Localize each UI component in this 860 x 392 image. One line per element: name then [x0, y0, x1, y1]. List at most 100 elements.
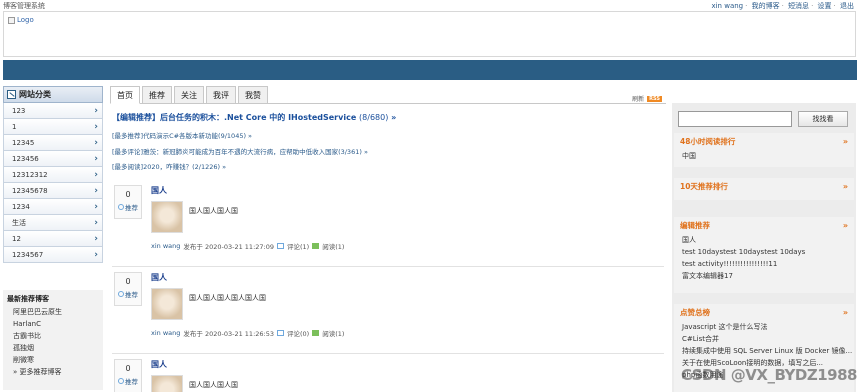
category-header: 网站分类: [3, 86, 103, 103]
tab-home[interactable]: 首页: [110, 86, 140, 104]
right-sidebar: 找找看 48小时阅读排行» 中国 10天推荐排行» 编辑推荐» 国人 test …: [672, 103, 856, 392]
vote-count: 0: [125, 190, 131, 199]
likes-item[interactable]: 持续集成中使用 SQL Server Linux 版 Docker 镜像...: [682, 345, 854, 357]
rss-icon[interactable]: RSS: [647, 95, 662, 102]
tab-recommended[interactable]: 推荐: [142, 86, 172, 104]
post-item: 0 推荐 国人 国人国人国人国 xin wang 发布于 2020-03-21 …: [112, 185, 664, 267]
pick-item[interactable]: test activity!!!!!!!!!!!!!!!!11: [682, 258, 854, 270]
recommended-item[interactable]: 削微寒: [13, 355, 103, 365]
chevron-right-icon: ›: [94, 201, 98, 212]
editor-headline[interactable]: 【编辑推荐】后台任务的积木：.Net Core 中的 IHostedServic…: [112, 112, 396, 123]
headline-more: »: [391, 113, 397, 122]
likes-item[interactable]: Javascript 这个是什么写法: [682, 321, 854, 333]
category-item[interactable]: 123456 ›: [3, 151, 103, 167]
section-title[interactable]: 编辑推荐»: [674, 217, 854, 234]
double-chevron-icon: »: [842, 221, 848, 230]
sublink-most-recommended[interactable]: [最多推荐]代码演示C#各版本新功能(9/1045) »: [112, 130, 252, 140]
comment-count[interactable]: 评论(0): [287, 328, 309, 338]
chevron-right-icon: ›: [94, 121, 98, 132]
comment-icon: [277, 243, 284, 249]
section-title[interactable]: 48小时阅读排行»: [674, 133, 854, 150]
avatar[interactable]: [151, 288, 183, 320]
read-icon: [312, 243, 320, 249]
category-item[interactable]: 123 ›: [3, 103, 103, 119]
post-title[interactable]: 国人: [151, 272, 167, 283]
sublink-most-read[interactable]: [最多阅读]2020，咋赚钱？(2/1226) »: [112, 161, 226, 171]
category-item[interactable]: 12312312 ›: [3, 167, 103, 183]
logout-link[interactable]: 退出: [840, 2, 854, 10]
category-title: 网站分类: [19, 90, 51, 99]
post-title[interactable]: 国人: [151, 359, 167, 370]
post-summary: 国人国人国人国: [189, 207, 238, 215]
pick-item[interactable]: 富文本编辑器17: [682, 270, 854, 282]
recommend-button[interactable]: 推荐: [115, 376, 141, 386]
category-item[interactable]: 12345 ›: [3, 135, 103, 151]
ranking-item[interactable]: 中国: [682, 150, 854, 162]
section-title[interactable]: 点赞总榜»: [674, 304, 854, 321]
avatar[interactable]: [151, 375, 183, 392]
read-count[interactable]: 阅读(1): [322, 328, 344, 338]
top-bar: 博客管理系统 xin wang · 我的博客 · 短消息 · 设置 · 退出: [0, 0, 860, 11]
read-icon: [312, 330, 320, 336]
watermark: CSDN @VX_BYDZ1988: [680, 366, 858, 384]
chevron-right-icon: ›: [94, 105, 98, 116]
recommended-item[interactable]: 古霸书比: [13, 331, 103, 341]
recommended-item[interactable]: HarlanC: [13, 319, 103, 329]
post-item: 0 推荐 国人 国人国人国人国: [112, 359, 664, 392]
logo-area: Logo: [3, 11, 856, 57]
settings-link[interactable]: 设置: [818, 2, 832, 10]
refresh-area: 刷新 RSS: [632, 94, 662, 103]
category-item[interactable]: 12345678 ›: [3, 183, 103, 199]
broken-image-icon: [8, 16, 15, 24]
post-title[interactable]: 国人: [151, 185, 167, 196]
search-input[interactable]: [678, 111, 792, 127]
blog-admin-page: 博客管理系统 xin wang · 我的博客 · 短消息 · 设置 · 退出 Logo …: [0, 0, 860, 392]
tab-my-comments[interactable]: 我评: [206, 86, 236, 104]
read-ranking-48h: 48小时阅读排行» 中国: [674, 133, 854, 167]
recommended-item[interactable]: 孤独烟: [13, 343, 103, 353]
pick-item[interactable]: 国人: [682, 234, 854, 246]
messages-link[interactable]: 短消息: [788, 2, 809, 10]
category-item[interactable]: 1234567 ›: [3, 247, 103, 263]
post-author[interactable]: xin wang: [151, 242, 180, 250]
category-item[interactable]: 1 ›: [3, 119, 103, 135]
category-item[interactable]: 生活 ›: [3, 215, 103, 231]
main-content: 首页 推荐 关注 我评 我赞 刷新 RSS 【编辑推荐】后台任务的积木：.Net…: [110, 86, 666, 392]
recommended-item[interactable]: 阿里巴巴云原生: [13, 307, 103, 317]
my-blog-link[interactable]: 我的博客: [752, 2, 780, 10]
thumbs-up-icon: [118, 291, 124, 297]
user-link-name[interactable]: xin wang: [711, 2, 743, 10]
nav-bar: [3, 60, 857, 80]
pick-item[interactable]: test 10daystest 10daystest 10days: [682, 246, 854, 258]
refresh-link[interactable]: 刷新: [632, 94, 644, 103]
search-button[interactable]: 找找看: [798, 111, 848, 127]
post-date: 发布于 2020-03-21 11:27:09: [183, 243, 274, 251]
section-title[interactable]: 10天推荐排行»: [674, 178, 854, 195]
tab-bar: 首页 推荐 关注 我评 我赞: [110, 86, 268, 104]
thumbs-up-icon: [118, 204, 124, 210]
category-sidebar: 网站分类 123 › 1 › 12345 › 123456 › 12312312 › 12…: [3, 86, 103, 263]
chevron-right-icon: ›: [94, 153, 98, 164]
more-recommended-link[interactable]: » 更多推荐博客: [13, 367, 103, 377]
category-item[interactable]: 12 ›: [3, 231, 103, 247]
recommended-blogs: 最新推荐博客 阿里巴巴云原生 HarlanC 古霸书比 孤独烟 削微寒 » 更多…: [3, 290, 103, 390]
logo[interactable]: Logo: [8, 16, 34, 24]
category-icon: [7, 90, 16, 99]
recommend-button[interactable]: 推荐: [115, 289, 141, 299]
comment-count[interactable]: 评论(1): [287, 241, 309, 251]
vote-box: 0 推荐: [114, 185, 142, 219]
avatar[interactable]: [151, 201, 183, 233]
double-chevron-icon: »: [842, 308, 848, 317]
post-summary: 国人国人国人国人国人国: [189, 294, 266, 302]
category-item[interactable]: 1234 ›: [3, 199, 103, 215]
chevron-right-icon: ›: [94, 217, 98, 228]
double-chevron-icon: »: [842, 137, 848, 146]
likes-item[interactable]: C#List合并: [682, 333, 854, 345]
read-count[interactable]: 阅读(1): [322, 241, 344, 251]
recommend-button[interactable]: 推荐: [115, 202, 141, 212]
tab-following[interactable]: 关注: [174, 86, 204, 104]
sublink-most-commented[interactable]: [最多评论]雅茨：新冠肺炎可能成为百年不遇的大流行病，应帮助中低收入国家(3/3…: [112, 146, 368, 156]
tab-my-likes[interactable]: 我赞: [238, 86, 268, 104]
comment-icon: [277, 330, 284, 336]
post-author[interactable]: xin wang: [151, 329, 180, 337]
